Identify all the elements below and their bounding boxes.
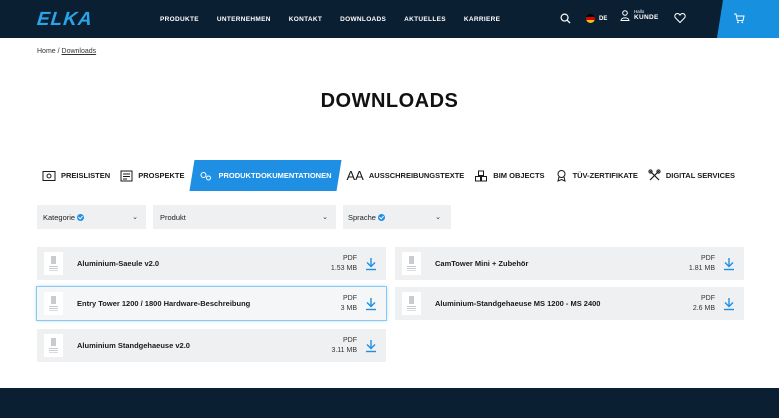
language-switcher[interactable]: DE	[586, 14, 607, 23]
nav-item-kontakt[interactable]: KONTAKT	[289, 16, 322, 23]
top-navigation-bar: ELKA PRODUKTE UNTERNEHMEN KONTAKT DOWNLO…	[0, 0, 779, 38]
wishlist-heart-icon[interactable]	[674, 12, 686, 24]
file-type: PDF	[343, 337, 357, 345]
text-icon: Aa	[346, 168, 364, 183]
download-title: Aluminium-Standgehaeuse MS 1200 - MS 240…	[435, 299, 601, 308]
download-title: Aluminium-Saeule v2.0	[77, 259, 160, 268]
file-meta: PDF 1.81 MB	[689, 254, 715, 273]
chevron-down-icon: ⌄	[132, 214, 138, 221]
breadcrumb-home[interactable]: Home /	[37, 48, 60, 55]
tab-produktdokumentationen[interactable]: PRODUKTDOKUMENTATIONEN	[189, 160, 341, 191]
nav-item-produkte[interactable]: PRODUKTE	[160, 16, 199, 23]
tab-label: AUSSCHREIBUNGSTEXTE	[368, 171, 465, 180]
cart-icon[interactable]	[733, 12, 745, 24]
page: ELKA PRODUKTE UNTERNEHMEN KONTAKT DOWNLO…	[0, 0, 779, 418]
german-flag-icon	[586, 14, 595, 23]
file-type: PDF	[701, 295, 715, 303]
filter-label: Kategorie	[43, 212, 85, 222]
tab-label: PROSPEKTE	[138, 171, 185, 180]
chevron-down-icon: ⌄	[435, 214, 441, 221]
download-card[interactable]: Aluminium Standgehaeuse v2.0 PDF 3.11 MB	[37, 329, 386, 362]
file-meta: PDF 3.11 MB	[331, 336, 357, 355]
breadcrumb-current[interactable]: Downloads	[62, 48, 97, 55]
user-icon	[620, 10, 630, 21]
tab-bim-objects[interactable]: BIM OBJECTS	[469, 160, 549, 191]
file-size: 1.81 MB	[688, 264, 715, 272]
tab-prospekte[interactable]: PROSPEKTE	[115, 160, 189, 191]
user-account[interactable]: Hallo KUNDE	[620, 9, 659, 21]
check-badge-icon	[77, 213, 85, 221]
file-meta: PDF 3 MB	[341, 294, 357, 313]
file-type: PDF	[343, 255, 357, 263]
filter-kategorie[interactable]: Kategorie ⌄	[37, 205, 146, 229]
download-icon[interactable]	[365, 297, 377, 311]
download-title: Entry Tower 1200 / 1800 Hardware-Beschre…	[77, 299, 251, 308]
download-icon[interactable]	[723, 257, 735, 271]
filter-sprache[interactable]: Sprache ⌄	[343, 205, 451, 229]
tab-tuev-zertifikate[interactable]: TÜV-ZERTIFIKATE	[550, 160, 643, 191]
download-title: CamTower Mini + Zubehör	[435, 259, 529, 268]
file-meta: PDF 2.6 MB	[693, 294, 715, 313]
footer	[0, 388, 779, 418]
cart-button[interactable]	[717, 0, 779, 38]
tab-preislisten[interactable]: PREISLISTEN	[37, 160, 115, 191]
download-card[interactable]: Aluminium-Saeule v2.0 PDF 1.53 MB	[37, 247, 386, 280]
tab-label: TÜV-ZERTIFIKATE	[572, 171, 638, 180]
user-name-text: KUNDE	[634, 13, 659, 21]
gears-icon	[199, 170, 213, 182]
tab-label: PREISLISTEN	[61, 171, 111, 180]
file-size: 3 MB	[340, 304, 357, 312]
file-size: 3.11 MB	[331, 346, 357, 354]
document-thumbnail	[44, 292, 63, 315]
file-meta: PDF 1.53 MB	[331, 254, 357, 273]
tab-label: PRODUKTDOKUMENTATIONEN	[218, 171, 332, 180]
filter-sprache-label: Sprache	[348, 212, 376, 222]
tools-icon	[648, 169, 661, 181]
elka-logo[interactable]: ELKA	[36, 9, 94, 31]
user-greeting: Hallo KUNDE	[634, 9, 659, 21]
document-thumbnail	[44, 252, 63, 275]
brochure-icon	[120, 170, 133, 181]
tab-label: DIGITAL SERVICES	[665, 171, 736, 180]
nav-item-aktuelles[interactable]: AKTUELLES	[404, 16, 446, 23]
file-type: PDF	[343, 295, 357, 303]
chevron-down-icon: ⌄	[322, 214, 328, 221]
search-icon[interactable]	[560, 13, 571, 24]
file-type: PDF	[701, 255, 715, 263]
filter-produkt-label: Produkt	[160, 212, 186, 222]
certificate-icon	[556, 170, 566, 182]
nav-item-karriere[interactable]: KARRIERE	[464, 16, 500, 23]
tab-label: BIM OBJECTS	[493, 171, 545, 180]
download-icon[interactable]	[365, 257, 377, 271]
download-card[interactable]: CamTower Mini + Zubehör PDF 1.81 MB	[395, 247, 744, 280]
download-category-tabs: PREISLISTEN PROSPEKTE PRODUKTDOKUMENTATI…	[37, 160, 740, 191]
document-thumbnail	[402, 292, 421, 315]
file-size: 1.53 MB	[330, 264, 357, 272]
tab-ausschreibungstexte[interactable]: Aa AUSSCHREIBUNGSTEXTE	[342, 160, 470, 191]
filter-kategorie-label: Kategorie	[43, 212, 76, 222]
language-label: DE	[599, 15, 608, 22]
document-thumbnail	[44, 334, 63, 357]
nav-item-downloads[interactable]: DOWNLOADS	[340, 16, 386, 23]
document-thumbnail	[402, 252, 421, 275]
download-card[interactable]: Aluminium-Standgehaeuse MS 1200 - MS 240…	[395, 287, 744, 320]
download-title: Aluminium Standgehaeuse v2.0	[77, 341, 190, 350]
filter-produkt[interactable]: Produkt ⌄	[153, 205, 336, 229]
check-badge-icon	[377, 213, 385, 221]
cubes-icon	[475, 170, 488, 181]
breadcrumb: Home / Downloads	[37, 48, 96, 55]
filter-label: Sprache	[348, 213, 385, 222]
nav-item-unternehmen[interactable]: UNTERNEHMEN	[217, 16, 271, 23]
download-icon[interactable]	[723, 297, 735, 311]
download-icon[interactable]	[365, 339, 377, 353]
file-size: 2.6 MB	[692, 304, 715, 312]
price-list-icon	[42, 170, 56, 181]
download-card[interactable]: Entry Tower 1200 / 1800 Hardware-Beschre…	[37, 287, 386, 320]
page-title: DOWNLOADS	[320, 90, 459, 112]
main-nav: PRODUKTE UNTERNEHMEN KONTAKT DOWNLOADS A…	[160, 0, 518, 38]
tab-digital-services[interactable]: DIGITAL SERVICES	[643, 160, 740, 191]
